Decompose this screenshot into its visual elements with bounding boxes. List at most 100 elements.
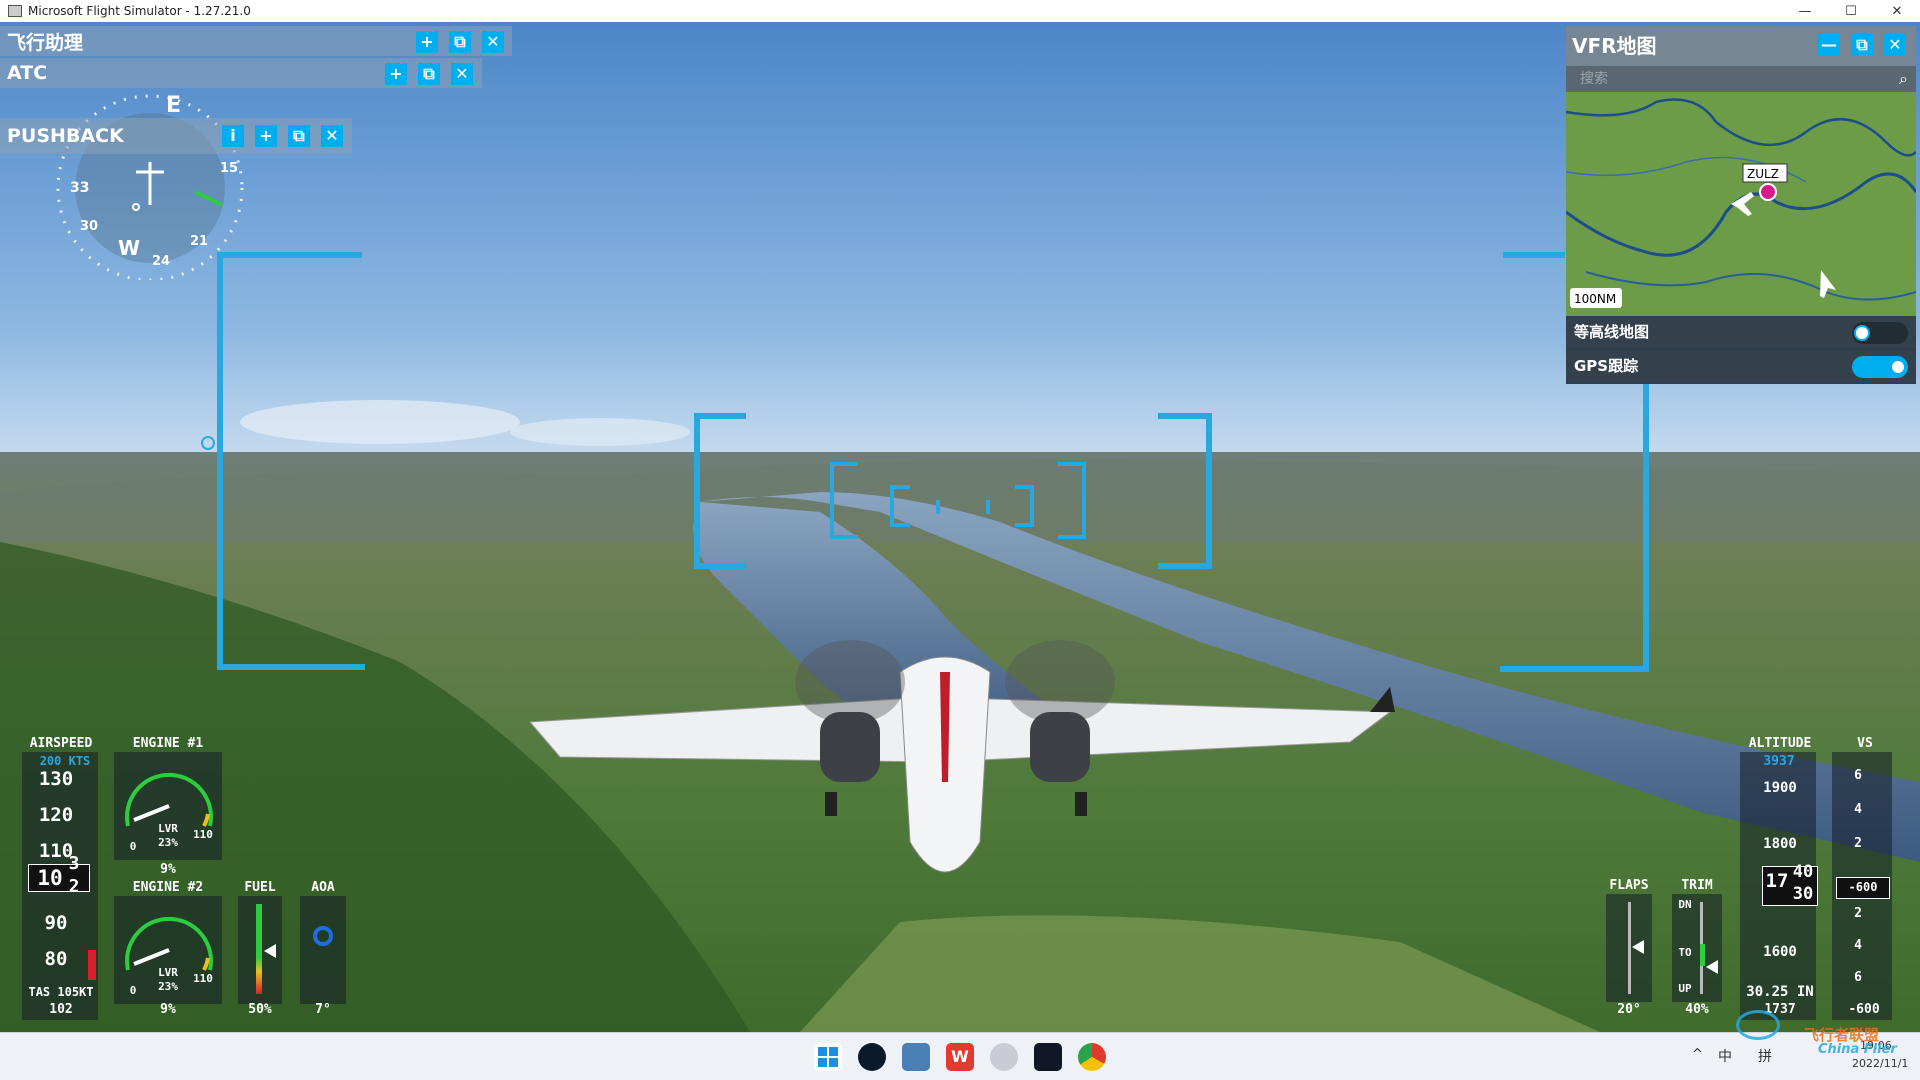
gps-track-toggle[interactable] [1852,356,1908,378]
airspeed-tick-80: 80 [44,948,68,970]
aoa-bottom: 7° [315,1002,331,1017]
flight-simulator-app-icon[interactable] [1034,1043,1062,1071]
minimize-window-button[interactable]: — [1782,0,1828,22]
airspeed-label: AIRSPEED [29,736,93,751]
contour-map-toggle[interactable] [1852,322,1908,344]
tray-ime-mode[interactable]: 拼 [1758,1046,1772,1066]
trim-bottom: 40% [1685,1002,1709,1017]
flaps-label: FLAPS [1609,878,1649,893]
tray-ime-lang[interactable]: 中 [1718,1046,1732,1066]
airspeed-rolling-hi: 3 [68,853,80,874]
vfr-map-title: VFR地图 [1572,34,1657,58]
screen: Microsoft Flight Simulator - 1.27.21.0 —… [0,0,1920,1080]
flight-assistant-popout-button[interactable]: ⧉ [449,31,471,53]
altitude-current-b: 30 [1792,884,1814,904]
trim-up: UP [1678,982,1692,995]
wps-app-icon[interactable]: W [946,1043,974,1071]
gps-track-row[interactable]: GPS跟踪 [1566,350,1916,382]
aoa-indicator [313,926,333,946]
trim-label: TRIM [1681,878,1713,893]
vfr-minimize-button[interactable]: — [1818,34,1840,56]
fuel-bar [256,904,262,994]
airspeed-current: 10 [37,866,63,890]
trim-pointer [1706,960,1718,974]
vs-tick-6-down: 6 [1854,970,1862,985]
vfr-map-header: VFR地图 — ⧉ ✕ [1566,26,1916,66]
atc-add-button[interactable]: + [385,63,407,85]
compass-15: 15 [220,161,238,176]
close-window-button[interactable]: ✕ [1874,0,1920,22]
gps-track-label: GPS跟踪 [1574,357,1639,375]
vs-tick-4-down: 4 [1854,938,1862,953]
tray-expand[interactable]: ^ [1692,1047,1703,1062]
fuel-label: FUEL [244,880,276,895]
compass-33: 33 [70,180,89,196]
clock-date[interactable]: 2022/11/1 [1852,1057,1908,1070]
settings-app-icon[interactable] [990,1043,1018,1071]
vfr-map-art: ZULZ 100NM [1566,92,1916,316]
airspeed-tick-120: 120 [38,804,74,826]
chrome-app-icon[interactable] [1078,1043,1106,1071]
engine2-label: ENGINE #2 [132,880,204,895]
vfr-popout-button[interactable]: ⧉ [1851,34,1873,56]
airspeed-bottom: 102 [49,1002,73,1017]
engine1-lvr: LVR [158,822,178,835]
engine1-pct: 23% [158,836,178,849]
maximize-window-button[interactable]: ☐ [1828,0,1874,22]
vfr-map-panel: VFR地图 — ⧉ ✕ 搜索 ⌕ ZULZ 100NM 等高线地图 GPS跟踪 [1566,26,1916,384]
vs-tick-6-up: 6 [1854,768,1862,783]
compass-gauge: E 33 15 30 W 24 21 [56,93,244,280]
engine1-bottom: 9% [160,862,176,877]
atc-panel[interactable]: ATC + ⧉ ✕ [0,58,482,88]
airspeed-tas: TAS 105KT [28,985,94,999]
airspeed-red-band [88,950,96,980]
pushback-add-button[interactable]: + [255,125,277,147]
pushback-info-button[interactable]: i [222,125,244,147]
altitude-baro: 30.25 IN [1746,984,1814,1000]
app-icon [8,5,22,17]
flight-assistant-panel[interactable]: 飞行助理 + ⧉ ✕ [0,26,512,56]
pushback-close-button[interactable]: ✕ [321,125,343,147]
airspeed-rolling-lo: 2 [68,876,80,897]
flight-assistant-add-button[interactable]: + [416,31,438,53]
atc-popout-button[interactable]: ⧉ [418,63,440,85]
watermark-line2: China Flier [1818,1042,1897,1057]
compass-e: E [166,93,181,118]
pushback-panel[interactable]: PUSHBACK i + ⧉ ✕ [0,118,352,154]
engine1-zero: 0 [129,840,137,853]
vfr-close-button[interactable]: ✕ [1884,34,1906,56]
engine2-pct: 23% [158,980,178,993]
vfr-scale-label: 100NM [1574,292,1616,306]
altitude-tick-1600: 1600 [1763,944,1797,960]
search-icon[interactable]: ⌕ [1899,66,1908,92]
trim-dn: DN [1678,898,1692,911]
altitude-tick-1800: 1800 [1763,836,1797,852]
photos-app-icon[interactable] [902,1043,930,1071]
altitude-current-hi: 17 [1765,870,1789,892]
vfr-map-view[interactable]: ZULZ 100NM [1566,92,1916,316]
contour-map-row[interactable]: 等高线地图 [1566,316,1916,348]
compass-30: 30 [80,219,98,234]
flight-assistant-close-button[interactable]: ✕ [482,31,504,53]
altitude-label: ALTITUDE [1748,736,1812,751]
compass-w: W [118,236,140,260]
flaps-bottom: 20° [1617,1002,1641,1017]
fuel-pointer [264,944,276,958]
flaps-pointer [1632,940,1644,954]
flight-assistant-title: 飞行助理 [7,31,84,54]
fuel-bottom: 50% [248,1002,272,1017]
atc-close-button[interactable]: ✕ [451,63,473,85]
altitude-selected: 3937 [1763,754,1795,769]
engine1-label: ENGINE #1 [132,736,204,751]
start-icon[interactable] [814,1043,842,1071]
vs-tick-2-up: 2 [1854,836,1862,851]
taskbar: W ^ 中 拼 19:06 2022/11/1 [0,1032,1920,1080]
watermark-logo [1736,1010,1780,1040]
pushback-popout-button[interactable]: ⧉ [288,125,310,147]
atc-title: ATC [7,62,48,84]
vfr-search-placeholder: 搜索 [1580,71,1608,87]
aoa-label: AOA [311,880,335,895]
vfr-search-input[interactable]: 搜索 ⌕ [1566,66,1916,92]
engine1-max: 110 [193,828,213,841]
browser-app-icon[interactable] [858,1043,886,1071]
